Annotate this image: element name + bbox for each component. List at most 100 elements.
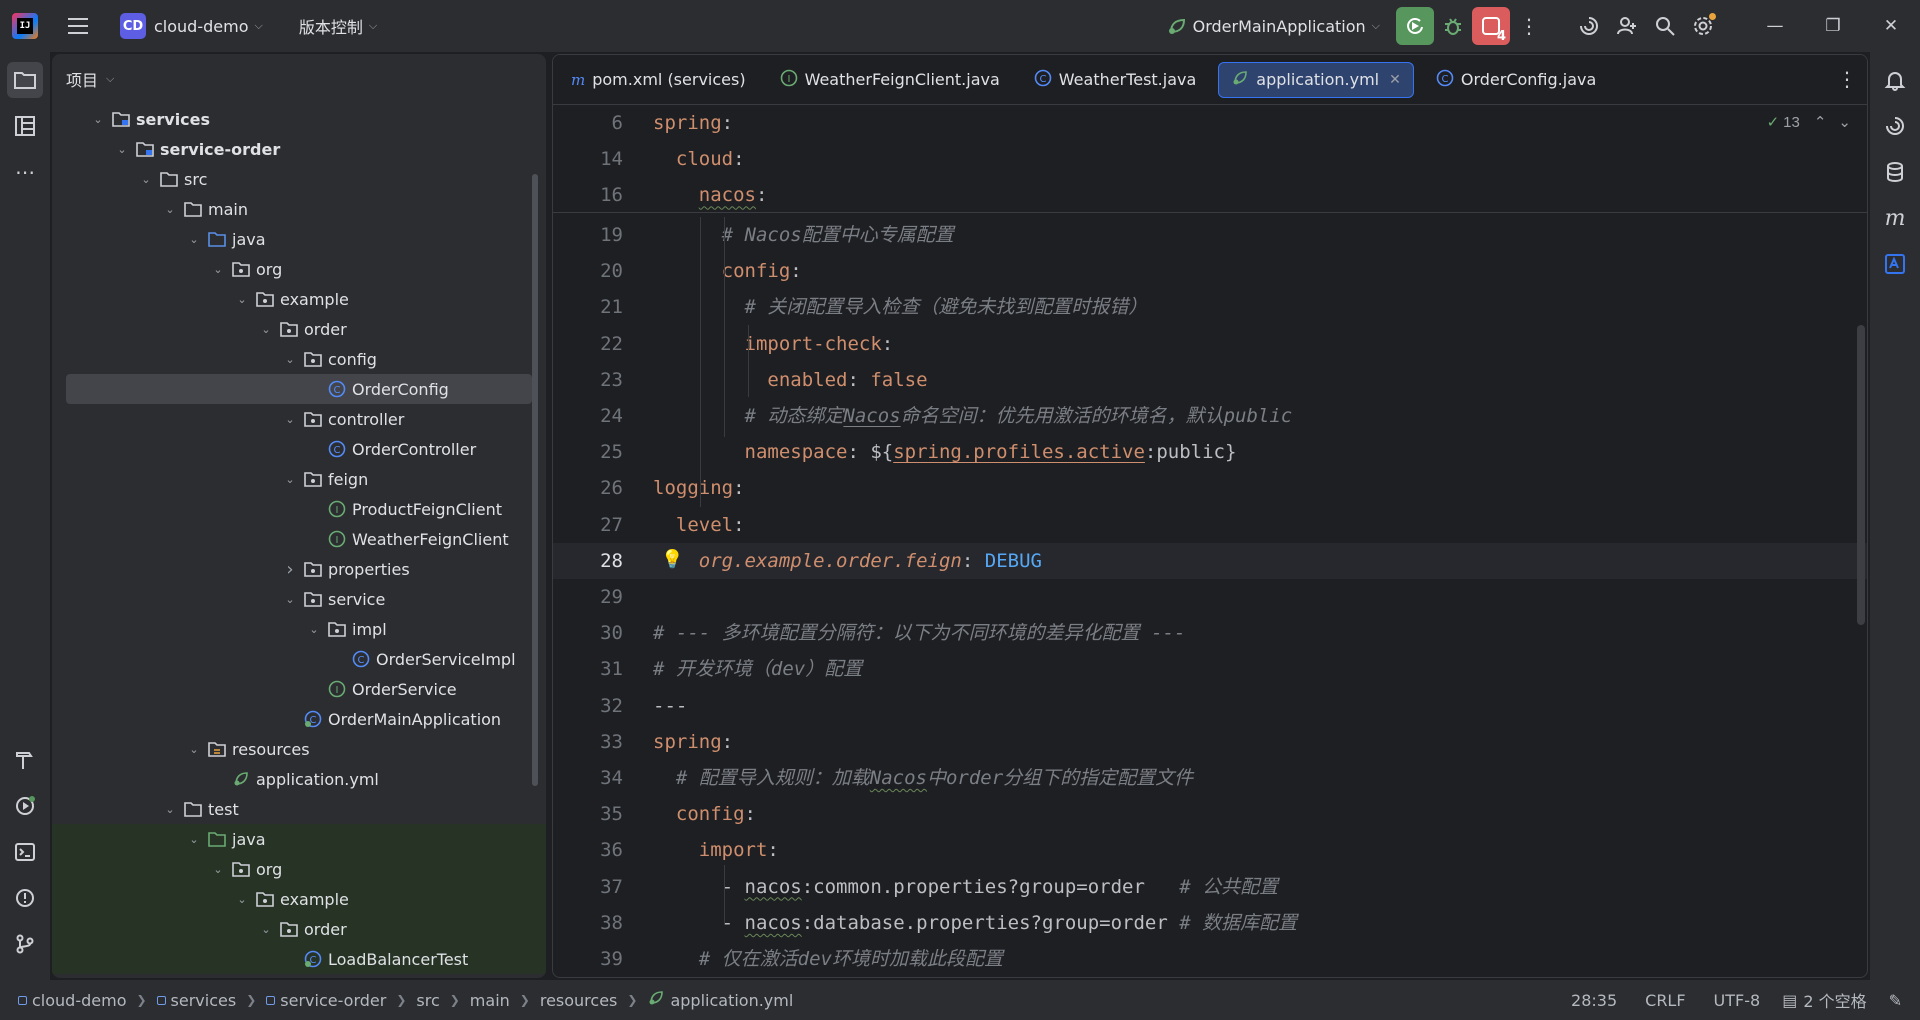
tree-node-order[interactable]: ⌄ order xyxy=(52,314,546,344)
tree-node-feign[interactable]: ⌄ feign xyxy=(52,464,546,494)
chevron-down-icon[interactable]: ⌄ xyxy=(186,833,202,846)
restore-button[interactable]: ❐ xyxy=(1804,0,1862,52)
tree-node-service[interactable]: ⌄ service xyxy=(52,584,546,614)
stop-button[interactable]: 4 xyxy=(1472,7,1510,45)
tree-node-orderserviceimpl[interactable]: C OrderServiceImpl xyxy=(52,644,546,674)
chevron-right-icon[interactable]: › xyxy=(282,559,298,580)
database-icon[interactable] xyxy=(1877,154,1913,190)
chevron-down-icon[interactable]: ⌄ xyxy=(210,863,226,876)
tree-node-orderconfig[interactable]: C OrderConfig xyxy=(66,374,532,404)
debug-icon[interactable] xyxy=(1434,7,1472,45)
chevron-down-icon[interactable]: ⌄ xyxy=(114,143,130,156)
tab-application-yml[interactable]: application.yml ✕ xyxy=(1218,61,1414,98)
tree-node-org[interactable]: ⌄ org xyxy=(52,854,546,884)
tree-node-ordercontroller[interactable]: C OrderController xyxy=(52,434,546,464)
chevron-down-icon[interactable]: ⌄ xyxy=(282,593,298,606)
chevron-down-icon[interactable]: ⌄ xyxy=(234,893,250,906)
run-config-selector[interactable]: OrderMainApplication ⌵ xyxy=(1159,8,1388,44)
tree-node-config[interactable]: ⌄ config xyxy=(52,344,546,374)
tree-node-properties[interactable]: › properties xyxy=(52,554,546,584)
breadcrumb-item[interactable]: main xyxy=(470,991,510,1010)
tree-node-impl[interactable]: ⌄ impl xyxy=(52,614,546,644)
breadcrumb-item[interactable]: src xyxy=(416,991,439,1010)
inspection-widget[interactable]: ✓ 13 ⌃ ⌄ xyxy=(1767,113,1851,132)
tree-node-example[interactable]: ⌄ example xyxy=(52,884,546,914)
chevron-down-icon[interactable]: ⌄ xyxy=(234,293,250,306)
breadcrumb-item[interactable]: application.yml xyxy=(647,989,793,1011)
chevron-down-icon[interactable]: ⌄ xyxy=(186,233,202,246)
tab-weathertest-java[interactable]: C WeatherTest.java xyxy=(1022,62,1208,98)
build-hammer-icon[interactable] xyxy=(7,742,43,778)
minimize-button[interactable]: — xyxy=(1746,0,1804,52)
chevron-down-icon[interactable]: ⌄ xyxy=(282,413,298,426)
tree-node-service-order[interactable]: ⌄ service-order xyxy=(52,134,546,164)
tree-node-src[interactable]: ⌄ src xyxy=(52,164,546,194)
next-highlight-icon[interactable]: ⌄ xyxy=(1838,113,1851,131)
tree-node-main[interactable]: ⌄ main xyxy=(52,194,546,224)
tree-node-productfeignclient[interactable]: I ProductFeignClient xyxy=(52,494,546,524)
chevron-down-icon[interactable]: ⌄ xyxy=(210,263,226,276)
chevron-down-icon[interactable]: ⌄ xyxy=(186,743,202,756)
tree-node-controller[interactable]: ⌄ controller xyxy=(52,404,546,434)
tree-node-test[interactable]: ⌄ test xyxy=(52,794,546,824)
tab-pom-xml-services-[interactable]: m pom.xml (services) xyxy=(559,62,758,98)
caret-position[interactable]: 28:35 xyxy=(1571,991,1617,1010)
chevron-down-icon[interactable]: ⌄ xyxy=(90,113,106,126)
ai-chat-icon[interactable] xyxy=(1877,108,1913,144)
main-menu-icon[interactable] xyxy=(60,7,98,45)
tree-node-example[interactable]: ⌄ example xyxy=(52,284,546,314)
translate-icon[interactable] xyxy=(1877,246,1913,282)
breadcrumb-item[interactable]: service-order xyxy=(266,991,386,1010)
readonly-toggle-icon[interactable]: ✎ xyxy=(1889,991,1902,1010)
chevron-down-icon[interactable]: ⌄ xyxy=(282,353,298,366)
tree-node-orderservice[interactable]: I OrderService xyxy=(52,674,546,704)
problems-icon[interactable] xyxy=(7,880,43,916)
app-logo-icon[interactable]: IJ xyxy=(12,13,38,39)
git-icon[interactable] xyxy=(7,926,43,962)
line-separator[interactable]: CRLF xyxy=(1645,991,1685,1010)
tree-node-org[interactable]: ⌄ org xyxy=(52,254,546,284)
project-panel-header[interactable]: 项目 ⌵ xyxy=(52,54,546,104)
tree-node-order[interactable]: ⌄ order xyxy=(52,914,546,944)
tree-scrollbar[interactable] xyxy=(532,174,538,786)
tree-node-loadbalancertest[interactable]: C LoadBalancerTest xyxy=(52,944,546,974)
add-user-icon[interactable] xyxy=(1608,7,1646,45)
rerun-button[interactable] xyxy=(1396,7,1434,45)
tree-node-ordermainapplication[interactable]: C OrderMainApplication xyxy=(52,704,546,734)
search-icon[interactable] xyxy=(1646,7,1684,45)
editor-scrollbar[interactable] xyxy=(1857,325,1865,625)
tree-node-services[interactable]: ⌄ services xyxy=(52,104,546,134)
structure-icon[interactable] xyxy=(7,108,43,144)
chevron-down-icon[interactable]: ⌄ xyxy=(162,803,178,816)
breadcrumb-item[interactable]: cloud-demo xyxy=(18,991,126,1010)
chevron-down-icon[interactable]: ⌄ xyxy=(258,923,274,936)
chevron-down-icon[interactable]: ⌄ xyxy=(258,323,274,336)
close-tab-icon[interactable]: ✕ xyxy=(1389,72,1401,88)
terminal-icon[interactable] xyxy=(7,834,43,870)
tab-weatherfeignclient-java[interactable]: I WeatherFeignClient.java xyxy=(768,62,1012,98)
tab-options-icon[interactable]: ⋮ xyxy=(1837,67,1857,91)
vcs-menu[interactable]: 版本控制 ⌵ xyxy=(291,8,385,44)
chevron-down-icon[interactable]: ⌄ xyxy=(162,203,178,216)
notifications-bell-icon[interactable] xyxy=(1877,62,1913,98)
chevron-down-icon[interactable]: ⌄ xyxy=(138,173,154,186)
project-view-icon[interactable] xyxy=(7,62,43,98)
tree-node-weatherfeignclient[interactable]: I WeatherFeignClient xyxy=(52,524,546,554)
chevron-down-icon[interactable]: ⌄ xyxy=(306,623,322,636)
project-switcher[interactable]: CD cloud-demo ⌵ xyxy=(112,8,271,44)
indent-setting[interactable]: 2 个空格 xyxy=(1803,988,1866,1012)
tree-node-resources[interactable]: ⌄ resources xyxy=(52,734,546,764)
more-actions-icon[interactable]: ⋮ xyxy=(1510,7,1548,45)
services-run-icon[interactable] xyxy=(7,788,43,824)
file-encoding[interactable]: UTF-8 xyxy=(1714,991,1761,1010)
settings-gear-icon[interactable] xyxy=(1684,7,1722,45)
tree-node-application-yml[interactable]: application.yml xyxy=(52,764,546,794)
ai-assistant-icon[interactable] xyxy=(1570,7,1608,45)
breadcrumb-item[interactable]: resources xyxy=(540,991,618,1010)
prev-highlight-icon[interactable]: ⌃ xyxy=(1814,113,1827,131)
breadcrumb-item[interactable]: services xyxy=(156,991,236,1010)
close-window-button[interactable]: ✕ xyxy=(1862,0,1920,52)
sticky-lines[interactable]: 6 spring: 14 cloud: 16 nacos: xyxy=(553,105,1867,213)
tab-orderconfig-java[interactable]: C OrderConfig.java xyxy=(1424,62,1608,98)
more-tools-icon[interactable]: ⋯ xyxy=(7,154,43,190)
